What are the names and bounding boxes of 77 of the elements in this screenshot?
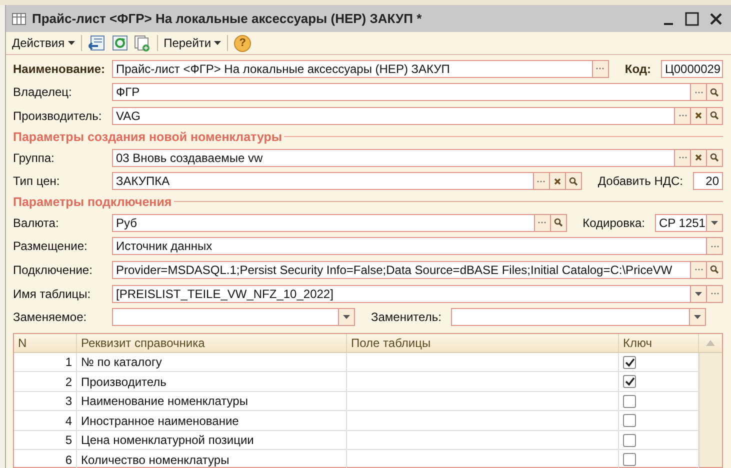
search-icon[interactable] (706, 108, 722, 124)
column-header[interactable]: Поле таблицы (347, 334, 619, 352)
input-field[interactable]: [PREISLIST_TEILE_VW_NFZ_10_2022] (112, 284, 723, 303)
table-cell: 2 (14, 372, 77, 391)
table-cell: Иностранное наименование (77, 411, 347, 430)
field-label: Код: (624, 62, 651, 76)
dropdown-icon[interactable] (706, 214, 722, 231)
clear-icon[interactable] (690, 108, 706, 124)
dropdown-icon[interactable] (689, 309, 706, 326)
input-field[interactable]: Источник данных (112, 237, 723, 256)
close-icon[interactable] (709, 12, 723, 26)
input-field[interactable]: ФГР (112, 83, 723, 102)
input-field[interactable]: Прайс-лист <ФГР> На локальные аксессуары (НЕР) ЗАКУП (112, 60, 609, 78)
table-cell: Наименование номенклатуры (77, 392, 347, 410)
field-label: Размещение: (13, 239, 88, 254)
table-cell: Количество номенклатуры (77, 450, 347, 468)
input-field[interactable] (451, 308, 706, 326)
input-field[interactable]: 03 Вновь создаваемые vw (112, 148, 723, 167)
table-cell: 3 (14, 392, 77, 410)
checkbox[interactable] (623, 356, 636, 369)
field-label: Тип цен: (13, 174, 61, 188)
section-title: Параметры создания новой номенклатуры (13, 130, 282, 144)
field-label: Владелец: (13, 85, 73, 100)
search-icon[interactable] (706, 150, 722, 166)
table-cell: 5 (14, 430, 77, 450)
checkbox[interactable] (623, 434, 636, 447)
scrollbar[interactable] (699, 352, 722, 467)
dropdown-icon[interactable] (690, 286, 706, 302)
checkbox[interactable] (623, 394, 636, 408)
input-field[interactable]: VAG (112, 106, 723, 125)
menu-button[interactable]: Перейти (164, 36, 222, 50)
field-label: Кодировка: (582, 216, 645, 230)
checkbox[interactable] (623, 414, 636, 428)
field-label: Заменяемое: (13, 310, 88, 324)
caret-icon (68, 41, 75, 45)
new-document-icon[interactable] (134, 34, 151, 52)
field-label: Добавить НДС: (598, 174, 683, 188)
column-header[interactable]: Реквизит справочника (77, 334, 347, 352)
field-label: Имя таблицы: (13, 286, 92, 301)
clear-icon[interactable] (548, 173, 565, 190)
field-label: Производитель: (13, 108, 103, 123)
section-title: Параметры подключения (13, 194, 172, 209)
input-field[interactable]: CP 1251 (655, 214, 723, 232)
caret-icon (214, 41, 222, 45)
search-icon[interactable] (706, 262, 722, 278)
table-cell: Производитель (77, 372, 347, 391)
input-field[interactable]: Provider=MSDASQL.1;Persist Security Info=False;Data Source=dBASE Files;Initial Catalog=C:\PriceVW (112, 260, 723, 279)
table-cell: 1 (14, 352, 77, 372)
refresh-icon[interactable] (112, 35, 128, 51)
maximize-icon[interactable] (685, 12, 699, 26)
field-label: Заменитель: (371, 310, 442, 324)
grid-icon (12, 12, 26, 24)
menu-button[interactable]: Действия (12, 36, 75, 50)
table-cell: 6 (14, 450, 77, 468)
table-cell: 4 (14, 411, 77, 430)
help-button[interactable]: ? (234, 34, 252, 52)
checkbox[interactable] (623, 453, 636, 466)
search-icon[interactable] (564, 173, 581, 190)
window-title: Прайс-лист <ФГР> На локальные аксессуары (НЕР) ЗАКУП * (32, 11, 422, 26)
search-icon[interactable] (550, 214, 566, 231)
table-cell: № по каталогу (77, 352, 347, 372)
column-header[interactable]: Ключ (619, 334, 699, 352)
table-cell: Цена номенклатурной позиции (77, 430, 347, 450)
field-label: Наименование: (13, 62, 106, 76)
input-field[interactable]: Руб (112, 214, 567, 232)
input-field[interactable]: ЗАКУПКА (112, 172, 582, 190)
input-field[interactable]: 20 (693, 172, 723, 190)
checkbox[interactable] (623, 375, 636, 388)
column-header[interactable]: N (14, 334, 77, 352)
input-field[interactable]: Ц0000029 (661, 60, 723, 78)
field-label: Подключение: (13, 262, 94, 277)
search-icon[interactable] (706, 84, 722, 100)
input-field[interactable] (112, 308, 355, 326)
dropdown-icon[interactable] (338, 309, 354, 326)
clear-icon[interactable] (690, 150, 706, 166)
field-label: Валюта: (13, 216, 60, 230)
field-label: Группа: (13, 150, 56, 165)
